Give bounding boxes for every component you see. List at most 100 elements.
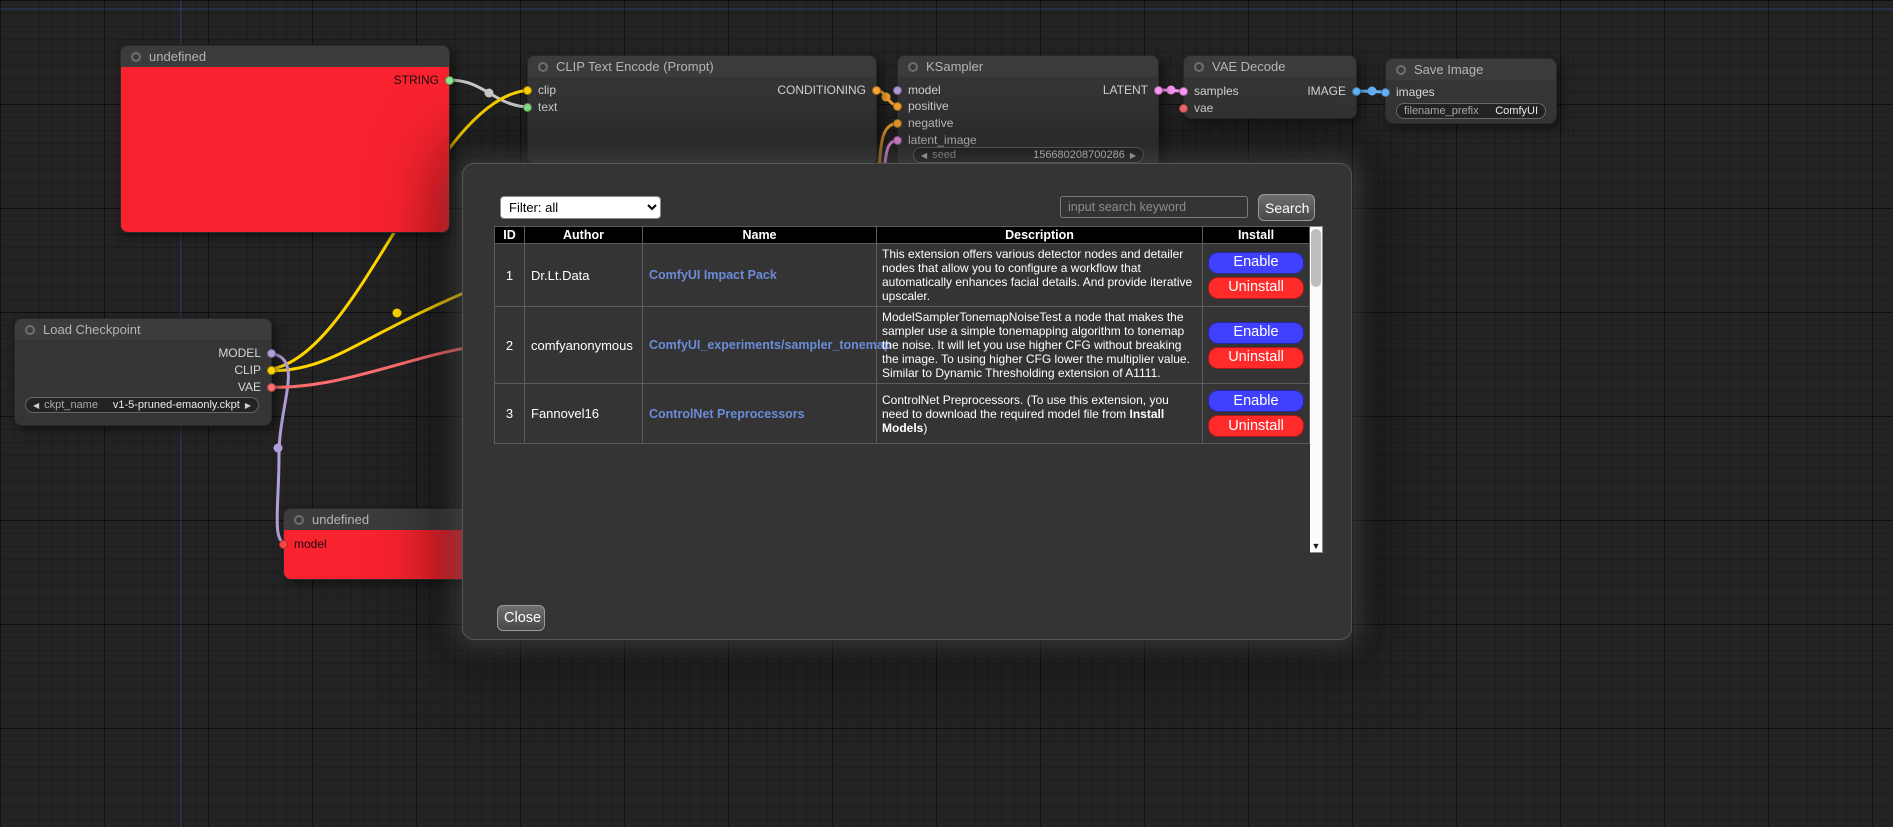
slot-dot[interactable] xyxy=(1154,86,1163,95)
cell-id: 3 xyxy=(495,384,525,444)
output-slot-string[interactable]: STRING xyxy=(394,74,449,86)
slot-dot[interactable] xyxy=(1179,87,1188,96)
collapse-icon[interactable] xyxy=(538,62,548,72)
node-header[interactable]: CLIP Text Encode (Prompt) xyxy=(527,55,877,77)
cell-id: 1 xyxy=(495,244,525,307)
link-model-dot xyxy=(274,444,283,453)
output-slot-model[interactable]: MODEL xyxy=(218,347,271,359)
slot-dot[interactable] xyxy=(523,86,532,95)
filter-select[interactable]: Filter: all xyxy=(500,196,661,219)
filename-prefix-widget[interactable]: filename_prefix ComfyUI xyxy=(1396,103,1546,119)
output-slot-latent[interactable]: LATENT xyxy=(1103,84,1158,96)
collapse-icon[interactable] xyxy=(131,52,141,62)
node-header[interactable]: Load Checkpoint xyxy=(14,318,272,340)
input-slot-images[interactable]: images xyxy=(1386,86,1435,98)
ckpt-name-widget[interactable]: ◀ ckpt_name v1-5-pruned-emaonly.ckpt ▶ xyxy=(25,397,259,413)
input-slot-positive[interactable]: positive xyxy=(898,100,949,112)
slot-dot[interactable] xyxy=(1352,87,1361,96)
output-slot-conditioning[interactable]: CONDITIONING xyxy=(777,84,876,96)
collapse-icon[interactable] xyxy=(1396,65,1406,75)
collapse-icon[interactable] xyxy=(1194,62,1204,72)
node-header[interactable]: Save Image xyxy=(1385,58,1557,80)
enable-button[interactable]: Enable xyxy=(1208,322,1304,344)
scrollbar-thumb[interactable] xyxy=(1311,229,1321,287)
slot-label: LATENT xyxy=(1103,83,1148,97)
slot-dot[interactable] xyxy=(893,136,902,145)
slot-dot[interactable] xyxy=(523,103,532,112)
input-slot-text[interactable]: text xyxy=(528,101,557,113)
node-body: clip text CONDITIONING xyxy=(527,77,877,165)
table-scrollbar[interactable]: ▼ xyxy=(1310,226,1323,553)
input-slot-vae[interactable]: vae xyxy=(1184,102,1213,114)
node-clip-text-encode[interactable]: CLIP Text Encode (Prompt) clip text COND… xyxy=(527,55,877,165)
slot-dot[interactable] xyxy=(893,86,902,95)
decrement-icon[interactable]: ◀ xyxy=(33,401,39,410)
extension-link[interactable]: ComfyUI_experiments/sampler_tonemap xyxy=(649,338,891,352)
collapse-icon[interactable] xyxy=(294,515,304,525)
slot-dot[interactable] xyxy=(267,349,276,358)
output-slot-image[interactable]: IMAGE xyxy=(1307,85,1356,97)
slot-dot[interactable] xyxy=(267,366,276,375)
node-vae-decode[interactable]: VAE Decode samples vae IMAGE xyxy=(1183,55,1357,119)
uninstall-button[interactable]: Uninstall xyxy=(1208,347,1304,369)
node-load-checkpoint[interactable]: Load Checkpoint MODEL CLIP VAE ◀ ckpt_na… xyxy=(14,318,272,426)
extension-link[interactable]: ComfyUI Impact Pack xyxy=(649,268,777,282)
node-header[interactable]: undefined xyxy=(120,45,450,67)
slot-dot[interactable] xyxy=(1381,88,1390,97)
slot-dot[interactable] xyxy=(279,540,288,549)
slot-label: VAE xyxy=(238,380,261,394)
cell-install: Enable Uninstall xyxy=(1203,307,1310,384)
decrement-icon[interactable]: ◀ xyxy=(921,151,927,160)
close-button[interactable]: Close xyxy=(497,605,545,631)
header-name: Name xyxy=(643,227,877,244)
uninstall-button[interactable]: Uninstall xyxy=(1208,277,1304,299)
extensions-table: ID Author Name Description Install 1Dr.L… xyxy=(494,226,1310,444)
cell-description: ModelSamplerTonemapNoiseTest a node that… xyxy=(877,307,1203,384)
collapse-icon[interactable] xyxy=(25,325,35,335)
increment-icon[interactable]: ▶ xyxy=(245,401,251,410)
slot-dot[interactable] xyxy=(267,383,276,392)
slot-label: CONDITIONING xyxy=(777,83,866,97)
seed-widget[interactable]: ◀ seed 156680208700286 ▶ xyxy=(913,147,1144,163)
cell-name: ControlNet Preprocessors xyxy=(643,384,877,444)
input-slot-model[interactable]: model xyxy=(284,538,327,550)
cell-description: This extension offers various detector n… xyxy=(877,244,1203,307)
widget-value: ComfyUI xyxy=(1495,105,1538,117)
input-slot-samples[interactable]: samples xyxy=(1184,85,1239,97)
widget-label: ckpt_name xyxy=(44,399,98,411)
slot-dot[interactable] xyxy=(872,86,881,95)
extension-link[interactable]: ControlNet Preprocessors xyxy=(649,407,805,421)
slot-label: samples xyxy=(1194,84,1239,98)
uninstall-button[interactable]: Uninstall xyxy=(1208,415,1304,437)
output-slot-vae[interactable]: VAE xyxy=(238,381,271,393)
node-header[interactable]: KSampler xyxy=(897,55,1159,77)
slot-dot[interactable] xyxy=(445,76,454,85)
node-save-image[interactable]: Save Image images filename_prefix ComfyU… xyxy=(1385,58,1557,124)
search-button[interactable]: Search xyxy=(1258,194,1315,221)
node-title: undefined xyxy=(149,49,206,64)
slot-label: text xyxy=(538,100,557,114)
search-input[interactable] xyxy=(1060,196,1248,218)
node-ksampler[interactable]: KSampler model positive negative latent_… xyxy=(897,55,1159,167)
enable-button[interactable]: Enable xyxy=(1208,390,1304,412)
node-header[interactable]: VAE Decode xyxy=(1183,55,1357,77)
input-slot-negative[interactable]: negative xyxy=(898,117,953,129)
cell-author: comfyanonymous xyxy=(525,307,643,384)
input-slot-model[interactable]: model xyxy=(898,84,941,96)
link-clip-dot xyxy=(393,309,402,318)
slot-dot[interactable] xyxy=(1179,104,1188,113)
input-slot-clip[interactable]: clip xyxy=(528,84,556,96)
node-undefined-top[interactable]: undefined STRING xyxy=(120,45,450,233)
collapse-icon[interactable] xyxy=(908,62,918,72)
cell-name: ComfyUI Impact Pack xyxy=(643,244,877,307)
input-slot-latent-image[interactable]: latent_image xyxy=(898,134,977,146)
increment-icon[interactable]: ▶ xyxy=(1130,151,1136,160)
enable-button[interactable]: Enable xyxy=(1208,252,1304,274)
output-slot-clip[interactable]: CLIP xyxy=(234,364,271,376)
node-title: KSampler xyxy=(926,59,983,74)
scroll-down-icon[interactable]: ▼ xyxy=(1310,540,1322,552)
slot-dot[interactable] xyxy=(893,102,902,111)
graph-canvas[interactable]: undefined STRING CLIP Text Encode (Promp… xyxy=(0,0,1893,827)
link-clip-wire-2 xyxy=(264,282,490,371)
slot-dot[interactable] xyxy=(893,119,902,128)
